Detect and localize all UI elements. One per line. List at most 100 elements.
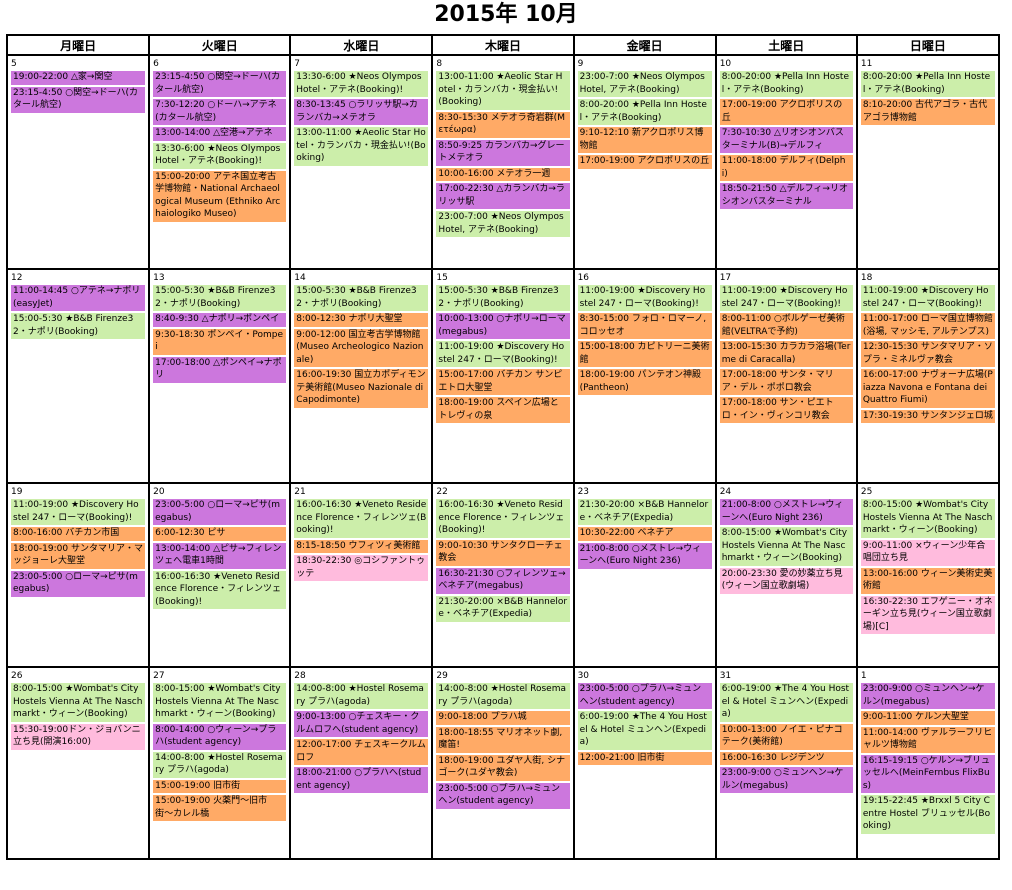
day-number[interactable]: 23 [578, 486, 712, 499]
calendar-event[interactable]: 12:00-17:00 チェスキークルムロフ [294, 739, 429, 765]
calendar-event[interactable]: 18:00-19:00 サンタマリア・マッジョーレ大聖堂 [11, 542, 146, 569]
calendar-event[interactable]: 17:00-19:00 アクロポリスの丘 [719, 99, 853, 125]
calendar-event[interactable]: 23:15-4:50 ○関空→ドーハ(カタール航空) [11, 86, 146, 113]
calendar-event[interactable]: 16:00-16:30 レジデンツ [719, 751, 853, 765]
day-number[interactable]: 13 [153, 272, 286, 285]
calendar-event[interactable]: 11:00-19:00 ★Discovery Hostel 247・ローマ(Bo… [11, 499, 146, 525]
calendar-event[interactable]: 16:00-16:30 ★Veneto Residence Florence・フ… [294, 499, 429, 538]
calendar-event[interactable]: 16:15-19:15 ○ケルン→ブリュッセルへ(MeinFernbus Fli… [860, 754, 995, 793]
day-cell[interactable]: 7 13:30-6:00 ★Neos Olympos Hotel・アテネ(Book… [290, 55, 433, 269]
day-cell[interactable]: 23 21:30-20:00 ×B&B Hannelore・ベネチア(Expedi… [573, 483, 716, 667]
calendar-event[interactable]: 9:30-18:30 ポンペイ・Pompei [153, 328, 287, 355]
calendar-event[interactable]: 12:00-21:00 旧市街 [577, 751, 712, 765]
day-cell[interactable]: 29 14:00-8:00 ★Hostel Rosemary プラハ(agoda)… [432, 667, 574, 859]
calendar-event[interactable]: 20:00-23:30 愛の妙薬立ち見(ウィーン国立歌劇場) [719, 567, 853, 594]
calendar-event[interactable]: 15:00-5:30 ★B&B Firenze32・ナポリ(Booking) [294, 285, 429, 311]
calendar-event[interactable]: 18:00-19:00 ユダヤ人街, シナゴーク(ユダヤ教会) [436, 754, 570, 781]
calendar-event[interactable]: 15:00-18:00 カピトリーニ美術館 [577, 341, 712, 367]
calendar-event[interactable]: 21:00-8:00 ○メストレ→ウィーンへ(Euro Night 236) [577, 542, 712, 569]
calendar-event[interactable]: 8:50-9:25 カランバカ→グレートメテオラ [436, 139, 570, 166]
calendar-event[interactable]: 11:00-18:00 デルフィ(Delphi) [719, 155, 853, 181]
calendar-event[interactable]: 8:00-15:00 ★Wombat's City Hostels Vienna… [153, 683, 287, 722]
day-number[interactable]: 31 [720, 670, 853, 683]
day-number[interactable]: 26 [11, 670, 145, 683]
day-number[interactable]: 5 [11, 58, 145, 71]
day-number[interactable]: 18 [861, 272, 995, 285]
day-number[interactable]: 17 [720, 272, 853, 285]
calendar-event[interactable]: 11:00-19:00 ★Discovery Hostel 247・ローマ(Bo… [860, 285, 995, 311]
day-number[interactable]: 22 [436, 486, 569, 499]
day-cell[interactable]: 5 19:00-22:00 △家→関空 23:15-4:50 ○関空→ドーハ(カター… [7, 55, 150, 269]
calendar-event[interactable]: 8:00-20:00 ★Pella Inn Hostel・アテネ(Booking… [577, 99, 712, 125]
calendar-event[interactable]: 15:30-19:00ドン・ジョバンニ立ち見(開演16:00) [11, 723, 146, 750]
day-number[interactable]: 10 [720, 58, 853, 71]
day-number[interactable]: 24 [720, 486, 853, 499]
calendar-event[interactable]: 23:00-7:00 ★Neos Olympos Hotel, アテネ(Book… [436, 211, 570, 237]
calendar-event[interactable]: 18:00-18:55 マリオネット劇, 魔笛! [436, 726, 570, 753]
calendar-event[interactable]: 16:30-21:30 ○フィレンツェ→ベネチア(megabus) [436, 567, 570, 594]
calendar-event[interactable]: 13:00-14:00 △空港→アテネ [153, 127, 287, 141]
calendar-event[interactable]: 9:00-11:00 ×ウィーン少年合唱団立ち見 [860, 539, 995, 566]
calendar-event[interactable]: 8:15-18:50 ウフィツィ美術館 [294, 539, 429, 553]
day-number[interactable]: 21 [294, 486, 428, 499]
calendar-event[interactable]: 15:00-5:30 ★B&B Firenze32・ナポリ(Booking) [153, 285, 287, 311]
calendar-event[interactable]: 9:00-10:30 サンタクローチェ教会 [436, 539, 570, 566]
calendar-event[interactable]: 10:00-16:00 メテオラ一週 [436, 167, 570, 181]
calendar-event[interactable]: 8:40-9:30 △ナポリ→ポンペイ [153, 313, 287, 327]
calendar-event[interactable]: 18:00-19:00 パンテオン神殿(Pantheon) [577, 369, 712, 395]
calendar-event[interactable]: 14:00-8:00 ★Hostel Rosemary プラハ(agoda) [153, 751, 287, 778]
calendar-event[interactable]: 11:00-19:00 ★Discovery Hostel 247・ローマ(Bo… [577, 285, 712, 311]
calendar-event[interactable]: 8:10-20:00 古代アゴラ・古代アゴラ博物館 [860, 99, 995, 125]
calendar-event[interactable]: 15:00-19:00 火薬門〜旧市街〜カレル橋 [153, 795, 287, 821]
calendar-event[interactable]: 16:00-19:30 国立カポディモンテ美術館(Museo Nazionale… [294, 369, 429, 408]
calendar-event[interactable]: 17:00-18:00 サン・ピエトロ・イン・ヴィンコリ教会 [719, 397, 853, 423]
calendar-event[interactable]: 19:15-22:45 ★Brxxl 5 City Centre Hostel … [860, 795, 995, 834]
calendar-event[interactable]: 13:00-15:30 カラカラ浴場(Terme di Caracalla) [719, 341, 853, 367]
calendar-event[interactable]: 8:30-13:45 ○ラリッサ駅→カランバカ→メテオラ [294, 99, 429, 125]
calendar-event[interactable]: 17:00-22:30 △カランバカ→ラリッサ駅 [436, 183, 570, 209]
calendar-event[interactable]: 11:00-14:45 ○アテネ→ナポリ(easyJet) [11, 285, 146, 311]
day-cell[interactable]: 20 23:00-5:00 ○ローマ→ピサ(megabus) 6:00-12:30 … [149, 483, 291, 667]
calendar-event[interactable]: 11:00-17:00 ローマ国立博物館(浴場, マッシモ, アルテンプス) [860, 313, 995, 339]
calendar-event[interactable]: 8:00-15:00 ★Wombat's City Hostels Vienna… [11, 683, 146, 722]
calendar-event[interactable]: 16:00-16:30 ★Veneto Residence Florence・フ… [436, 499, 570, 538]
calendar-event[interactable]: 8:00-12:30 ナポリ大聖堂 [294, 313, 429, 327]
calendar-event[interactable]: 13:00-14:00 △ピサ→フィレンツェへ電車1時間 [153, 542, 287, 569]
day-number[interactable]: 14 [294, 272, 428, 285]
day-cell[interactable]: 9 23:00-7:00 ★Neos Olympos Hotel, アテネ(Boo… [573, 55, 716, 269]
calendar-event[interactable]: 23:00-5:00 ○プラハ→ミュンヘン(student agency) [577, 683, 712, 709]
calendar-event[interactable]: 6:00-19:00 ★The 4 You Hostel & Hotel ミュン… [577, 711, 712, 750]
calendar-event[interactable]: 18:30-22:30 ◎コシファントゥッテ [294, 555, 429, 581]
day-number[interactable]: 1 [861, 670, 995, 683]
day-number[interactable]: 28 [294, 670, 428, 683]
calendar-event[interactable]: 15:00-5:30 ★B&B Firenze32・ナポリ(Booking) [11, 313, 146, 339]
calendar-event[interactable]: 13:30-6:00 ★Neos Olympos Hotel・アテネ(Booki… [294, 71, 429, 97]
calendar-event[interactable]: 18:00-21:00 ○プラハへ(student agency) [294, 767, 429, 793]
calendar-event[interactable]: 9:10-12:10 新アクロポリス博物館 [577, 127, 712, 153]
calendar-event[interactable]: 13:30-6:00 ★Neos Olympos Hotel・アテネ(Booki… [153, 142, 287, 169]
calendar-event[interactable]: 13:00-16:00 ウィーン美術史美術館 [860, 567, 995, 594]
calendar-event[interactable]: 18:00-19:00 スペイン広場とトレヴィの泉 [436, 397, 570, 423]
calendar-event[interactable]: 11:00-14:00 ヴァルラーフリヒャルツ博物館 [860, 726, 995, 753]
calendar-event[interactable]: 11:00-19:00 ★Discovery Hostel 247・ローマ(Bo… [719, 285, 853, 311]
calendar-event[interactable]: 13:00-11:00 ★Aeolic Star Hotel・カランバカ・現金払… [436, 71, 570, 110]
calendar-event[interactable]: 16:00-17:00 ナヴォーナ広場(Piazza Navona e Font… [860, 369, 995, 408]
calendar-event[interactable]: 6:00-12:30 ピサ [153, 527, 287, 541]
day-cell[interactable]: 27 8:00-15:00 ★Wombat's City Hostels Vien… [149, 667, 291, 859]
calendar-event[interactable]: 8:00-20:00 ★Pella Inn Hostel・アテネ(Booking… [860, 71, 995, 97]
calendar-event[interactable]: 7:30-10:30 △リオシオンバスターミナル(B)→デルフィ [719, 127, 853, 153]
calendar-event[interactable]: 21:30-20:00 ×B&B Hannelore・ベネチア(Expedia) [577, 499, 712, 525]
calendar-event[interactable]: 18:50-21:50 △デルフィ→リオシオンバスターミナル [719, 183, 853, 209]
calendar-event[interactable]: 15:00-19:00 旧市街 [153, 779, 287, 793]
day-cell[interactable]: 13 15:00-5:30 ★B&B Firenze32・ナポリ(Booking)… [149, 269, 291, 483]
calendar-event[interactable]: 23:00-9:00 ○ミュンヘン→ケルン(megabus) [719, 767, 853, 793]
day-number[interactable]: 8 [436, 58, 569, 71]
day-cell[interactable]: 15 15:00-5:30 ★B&B Firenze32・ナポリ(Booking)… [432, 269, 574, 483]
calendar-event[interactable]: 9:00-12:00 国立考古学博物館(Museo Archeologico N… [294, 328, 429, 367]
day-cell[interactable]: 17 11:00-19:00 ★Discovery Hostel 247・ローマ(… [715, 269, 857, 483]
day-cell[interactable]: 19 11:00-19:00 ★Discovery Hostel 247・ローマ(… [7, 483, 150, 667]
day-cell[interactable]: 28 14:00-8:00 ★Hostel Rosemary プラハ(agoda)… [290, 667, 433, 859]
calendar-event[interactable]: 17:00-18:00 サンタ・マリア・デル・ポポロ教会 [719, 369, 853, 395]
day-number[interactable]: 12 [11, 272, 145, 285]
calendar-event[interactable]: 17:00-18:00 △ポンペイ→ナポリ [153, 356, 287, 383]
